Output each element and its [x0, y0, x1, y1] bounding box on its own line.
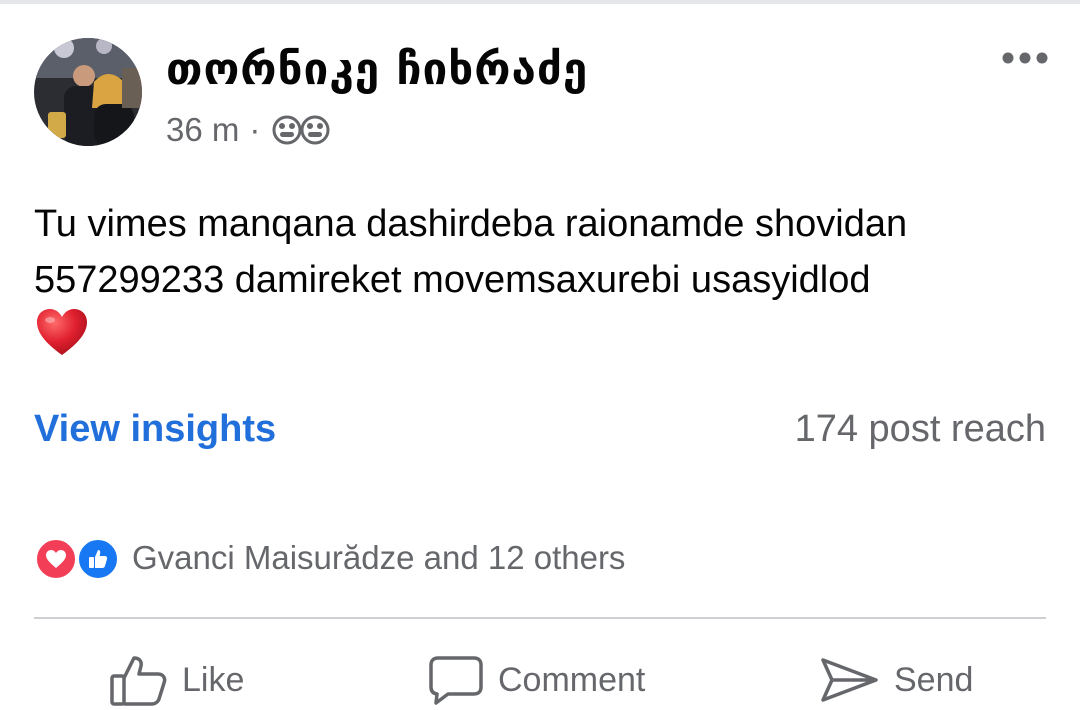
send-icon	[821, 658, 878, 702]
reaction-icons	[34, 535, 124, 581]
post-meta: 36 m ·	[166, 108, 332, 152]
view-insights-link[interactable]: View insights	[34, 408, 276, 451]
post-reach-count: 174 post reach	[794, 408, 1046, 450]
post-time[interactable]: 36 m	[166, 111, 239, 149]
avatar-photo	[34, 38, 142, 146]
actions-divider	[34, 617, 1046, 619]
author-name[interactable]: თორნიკე ჩიხრაძე	[166, 44, 588, 95]
reactors-text[interactable]: Gvanci Maisurădze and 12 others	[132, 539, 625, 577]
comment-bubble-icon	[429, 656, 483, 705]
post-body: Tu vimes manqana dashirdeba raionamde sh…	[34, 196, 1064, 308]
love-reaction-icon	[34, 537, 78, 581]
more-dots-icon	[1002, 52, 1048, 64]
thumbs-up-icon	[110, 656, 167, 706]
friends-icon[interactable]	[270, 114, 332, 146]
more-options-button[interactable]	[1000, 40, 1050, 76]
reactions-summary[interactable]: Gvanci Maisurădze and 12 others	[34, 534, 625, 582]
send-button[interactable]: Send	[820, 650, 973, 710]
top-divider	[0, 0, 1080, 4]
comment-button[interactable]: Comment	[428, 650, 645, 710]
heart-emoji	[37, 309, 87, 355]
post-text-line-2: 557299233 damireket movemsaxurebi usasyi…	[34, 259, 871, 301]
post-text-line-1: Tu vimes manqana dashirdeba raionamde sh…	[34, 203, 908, 245]
author-avatar[interactable]	[34, 38, 142, 146]
like-button[interactable]: Like	[110, 650, 244, 710]
meta-separator: ·	[249, 111, 261, 148]
like-reaction-icon	[76, 537, 120, 581]
